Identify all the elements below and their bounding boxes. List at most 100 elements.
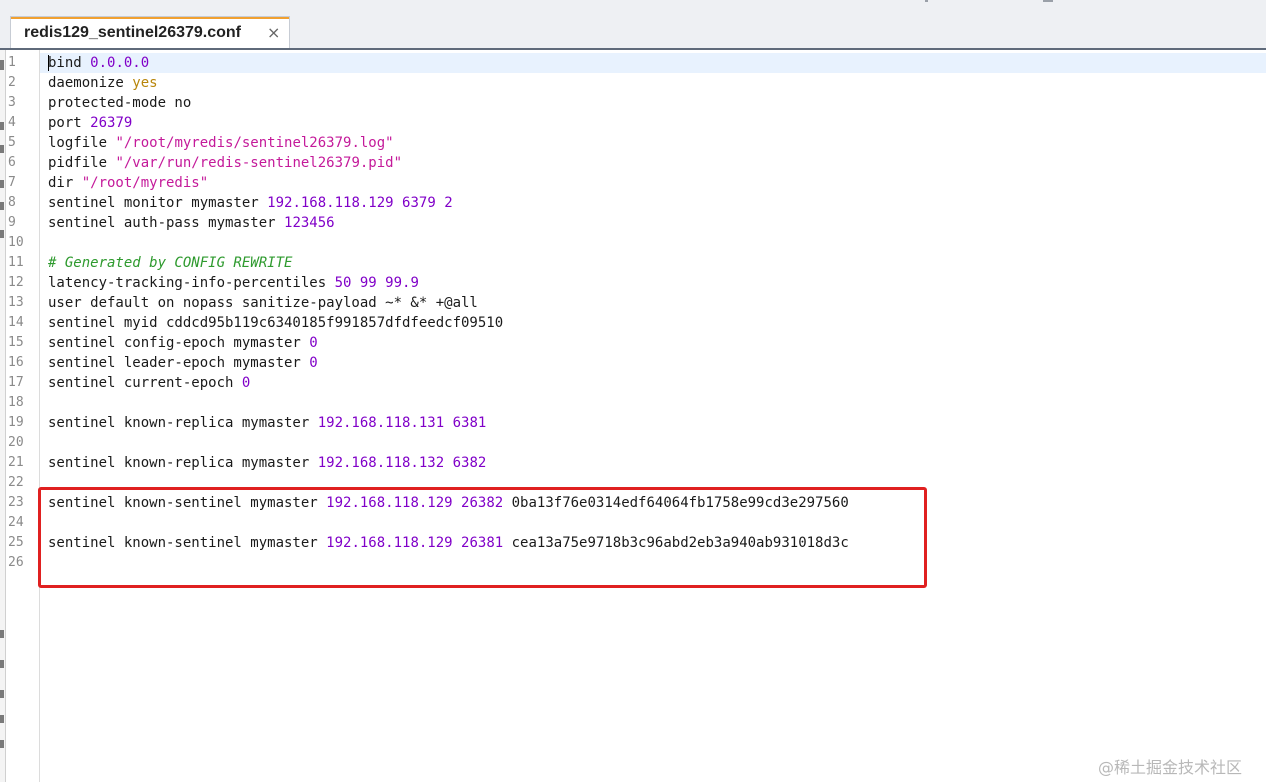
line-number: 9 bbox=[8, 215, 16, 230]
code-token: sentinel auth-pass mymaster bbox=[48, 215, 285, 231]
code-token: dir bbox=[48, 175, 82, 191]
code-token: logfile bbox=[48, 135, 116, 151]
code-token: 6382 bbox=[452, 455, 487, 471]
code-token: "/var/run/redis-sentinel26379.pid" bbox=[115, 155, 403, 171]
code-line[interactable]: pidfile "/var/run/redis-sentinel26379.pi… bbox=[48, 153, 402, 173]
code-token: 26379 bbox=[90, 115, 133, 131]
highlight-box bbox=[38, 487, 927, 588]
code-token: 99.9 bbox=[385, 275, 419, 291]
window-title-fragment bbox=[925, 0, 1055, 4]
code-line[interactable]: sentinel auth-pass mymaster 123456 bbox=[48, 213, 335, 233]
close-icon[interactable]: × bbox=[267, 23, 280, 42]
code-token: 192.168.118.132 bbox=[317, 455, 445, 471]
code-line[interactable]: user default on nopass sanitize-payload … bbox=[48, 293, 478, 313]
code-token: 192.168.118.131 bbox=[317, 415, 445, 431]
line-number-gutter: 1 2 3 4 5 6 7 8 9 10 11 12 13 14 15 16 17 18 19 20 21 22 23 24 2… bbox=[6, 50, 40, 782]
line-number: 16 bbox=[8, 355, 24, 370]
line-number: 15 bbox=[8, 335, 24, 350]
code-line[interactable]: protected-mode no bbox=[48, 93, 191, 113]
code-line[interactable]: # Generated by CONFIG REWRITE bbox=[48, 253, 292, 273]
line-number: 18 bbox=[8, 395, 24, 410]
code-line[interactable]: daemonize yes bbox=[48, 73, 158, 93]
code-token: 0 bbox=[241, 375, 251, 391]
code-token: bind bbox=[48, 55, 91, 71]
code-line[interactable]: sentinel known-replica mymaster 192.168.… bbox=[48, 453, 486, 473]
tab-label: redis129_sentinel26379.conf bbox=[24, 24, 242, 41]
line-number: 14 bbox=[8, 315, 24, 330]
code-token: protected-mode no bbox=[48, 95, 192, 111]
line-number: 4 bbox=[8, 115, 16, 130]
line-number: 19 bbox=[8, 415, 24, 430]
line-number: 26 bbox=[8, 555, 24, 570]
code-line[interactable]: sentinel monitor mymaster 192.168.118.12… bbox=[48, 193, 453, 213]
code-token: 123456 bbox=[284, 215, 335, 231]
code-token: user default on nopass sanitize-payload … bbox=[48, 295, 478, 311]
line-number: 10 bbox=[8, 235, 24, 250]
line-number: 17 bbox=[8, 375, 24, 390]
code-token: sentinel known-replica mymaster bbox=[48, 455, 318, 471]
code-token: latency-tracking-info-percentiles bbox=[48, 275, 335, 291]
line-number: 12 bbox=[8, 275, 24, 290]
text-cursor bbox=[48, 55, 49, 71]
code-token: port bbox=[48, 115, 91, 131]
code-token: "/root/myredis/sentinel26379.log" bbox=[115, 135, 394, 151]
code-token: 0 bbox=[309, 355, 318, 371]
code-line[interactable]: sentinel current-epoch 0 bbox=[48, 373, 250, 393]
line-number: 21 bbox=[8, 455, 24, 470]
code-token: 0.0.0.0 bbox=[90, 55, 150, 71]
current-line-highlight bbox=[40, 53, 1266, 73]
code-token: 6379 bbox=[402, 195, 436, 211]
tab-active-file[interactable]: redis129_sentinel26379.conf × bbox=[10, 16, 290, 49]
code-token: sentinel known-replica mymaster bbox=[48, 415, 318, 431]
code-line[interactable]: port 26379 bbox=[48, 113, 132, 133]
code-token: daemonize bbox=[48, 75, 133, 91]
line-number: 11 bbox=[8, 255, 24, 270]
code-token: sentinel config-epoch mymaster bbox=[48, 335, 310, 351]
line-number: 22 bbox=[8, 475, 24, 490]
code-line[interactable]: sentinel config-epoch mymaster 0 bbox=[48, 333, 318, 353]
code-line[interactable]: bind 0.0.0.0 bbox=[48, 53, 149, 73]
code-token: # Generated by CONFIG REWRITE bbox=[48, 255, 293, 271]
line-number: 5 bbox=[8, 135, 16, 150]
code-token: sentinel leader-epoch mymaster bbox=[48, 355, 310, 371]
code-line[interactable]: logfile "/root/myredis/sentinel26379.log… bbox=[48, 133, 394, 153]
code-token: sentinel monitor mymaster bbox=[48, 195, 268, 211]
code-line[interactable]: sentinel leader-epoch mymaster 0 bbox=[48, 353, 318, 373]
line-number: 24 bbox=[8, 515, 24, 530]
code-token: 6381 bbox=[452, 415, 487, 431]
line-number: 25 bbox=[8, 535, 24, 550]
code-token: 50 bbox=[334, 275, 352, 291]
tab-bar: redis129_sentinel26379.conf × bbox=[0, 0, 1266, 50]
code-token: pidfile bbox=[48, 155, 116, 171]
line-number: 6 bbox=[8, 155, 16, 170]
line-number: 8 bbox=[8, 195, 16, 210]
line-number: 13 bbox=[8, 295, 24, 310]
line-number: 7 bbox=[8, 175, 16, 190]
code-token: sentinel current-epoch bbox=[48, 375, 242, 391]
code-line[interactable]: sentinel known-replica mymaster 192.168.… bbox=[48, 413, 486, 433]
code-token: yes bbox=[132, 75, 158, 91]
watermark: @稀土掘金技术社区 bbox=[1098, 758, 1243, 777]
line-number: 3 bbox=[8, 95, 16, 110]
line-number: 1 bbox=[8, 55, 16, 70]
code-token: 2 bbox=[444, 195, 453, 211]
code-token: 99 bbox=[359, 275, 377, 291]
code-token: 0 bbox=[309, 335, 318, 351]
tab-bar-divider bbox=[0, 48, 1266, 50]
tab-active-indicator bbox=[11, 17, 289, 19]
code-line[interactable]: sentinel myid cddcd95b119c6340185f991857… bbox=[48, 313, 503, 333]
code-token: "/root/myredis" bbox=[81, 175, 209, 191]
code-line[interactable]: latency-tracking-info-percentiles 50 99 … bbox=[48, 273, 419, 293]
line-number: 2 bbox=[8, 75, 16, 90]
line-number: 20 bbox=[8, 435, 24, 450]
code-token: sentinel myid cddcd95b119c6340185f991857… bbox=[48, 315, 504, 331]
code-line[interactable]: dir "/root/myredis" bbox=[48, 173, 208, 193]
line-number: 23 bbox=[8, 495, 24, 510]
code-token: 192.168.118.129 bbox=[267, 195, 394, 211]
